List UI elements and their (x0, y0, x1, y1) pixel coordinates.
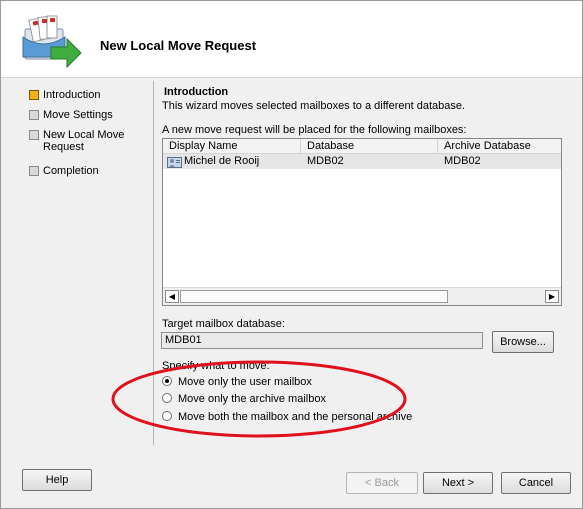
wizard-title: New Local Move Request (100, 38, 257, 53)
step-current-icon (29, 90, 39, 100)
next-button[interactable]: Next > (423, 472, 493, 494)
back-button[interactable]: < Back (346, 472, 418, 494)
target-database-field[interactable]: MDB01 (161, 332, 483, 349)
highlight-ellipse (111, 360, 407, 438)
step-pending-icon (29, 110, 39, 120)
table-row[interactable]: Michel de Rooij MDB02 MDB02 (163, 154, 561, 169)
step-pending-icon (29, 130, 39, 140)
scroll-left-icon[interactable]: ◀ (165, 290, 179, 303)
step-move-settings[interactable]: Move Settings (29, 109, 141, 129)
wizard-dialog: New Local Move Request Introduction Move… (0, 0, 583, 509)
wizard-steps: Introduction Move Settings New Local Mov… (29, 89, 141, 185)
target-database-label: Target mailbox database: (162, 318, 285, 330)
list-header: Display Name Database Archive Database (163, 139, 561, 154)
cell-archive-database: MDB02 (444, 155, 481, 167)
wizard-header: New Local Move Request (1, 1, 582, 78)
step-label: Completion (43, 165, 99, 177)
mailbox-move-icon (22, 15, 82, 69)
user-mailbox-icon (167, 157, 182, 168)
column-display-name[interactable]: Display Name (163, 139, 301, 153)
scroll-right-icon[interactable]: ▶ (545, 290, 559, 303)
scrollbar-thumb[interactable] (180, 290, 448, 303)
intro-description: This wizard moves selected mailboxes to … (162, 100, 466, 112)
mailbox-list[interactable]: Display Name Database Archive Database M… (162, 138, 562, 306)
column-database[interactable]: Database (301, 139, 438, 153)
step-label: Introduction (43, 89, 101, 101)
section-title: Introduction (164, 86, 229, 98)
cancel-button[interactable]: Cancel (501, 472, 571, 494)
step-label: New Local Move Request (43, 129, 125, 153)
browse-button[interactable]: Browse... (492, 331, 554, 353)
step-new-local-move-request[interactable]: New Local Move Request (29, 129, 141, 165)
column-archive-database[interactable]: Archive Database (438, 139, 561, 153)
cell-display-name: Michel de Rooij (184, 155, 260, 167)
step-introduction[interactable]: Introduction (29, 89, 141, 109)
help-button[interactable]: Help (22, 469, 92, 491)
horizontal-scrollbar[interactable]: ◀ ▶ (163, 287, 561, 305)
step-pending-icon (29, 166, 39, 176)
step-completion[interactable]: Completion (29, 165, 141, 185)
cell-database: MDB02 (307, 155, 344, 167)
step-label: Move Settings (43, 109, 113, 121)
mailbox-list-caption: A new move request will be placed for th… (162, 124, 467, 136)
